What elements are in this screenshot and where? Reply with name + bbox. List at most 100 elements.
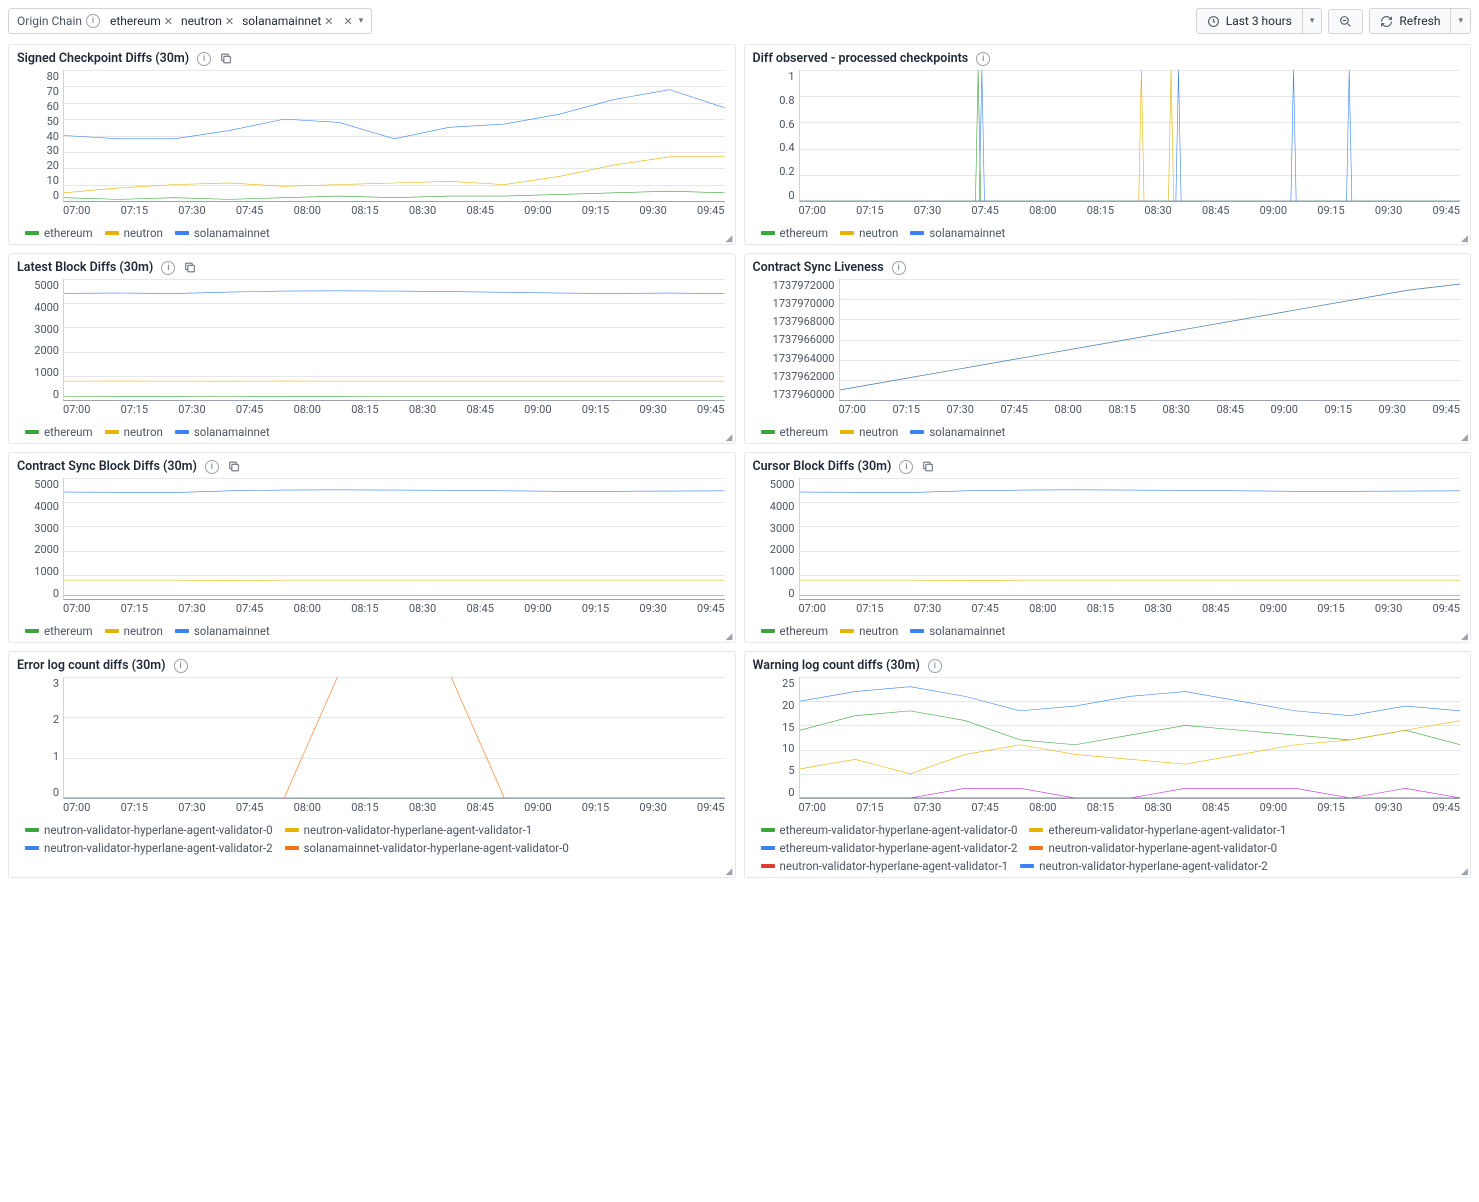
zoom-out-button[interactable] — [1328, 9, 1363, 34]
legend-item[interactable]: neutron — [840, 226, 898, 240]
copy-icon[interactable] — [183, 261, 197, 274]
legend-item[interactable]: solanamainnet — [175, 226, 270, 240]
legend-label: neutron-validator-hyperlane-agent-valida… — [1048, 841, 1277, 855]
chart-area[interactable]: 01020304050607080 07:0007:1507:3007:4508… — [17, 70, 727, 220]
chart-area[interactable]: 0123 07:0007:1507:3007:4508:0008:1508:30… — [17, 677, 727, 817]
legend-item[interactable]: ethereum — [25, 624, 93, 638]
legend-item[interactable]: ethereum-validator-hyperlane-agent-valid… — [761, 823, 1018, 837]
legend-item[interactable]: neutron — [105, 425, 163, 439]
info-icon[interactable]: i — [976, 52, 990, 66]
chart-panel[interactable]: Error log count diffs (30m) i 0123 07:00… — [8, 651, 736, 878]
legend-item[interactable]: ethereum — [25, 226, 93, 240]
filter-chip[interactable]: solanamainnet ✕ — [238, 13, 337, 29]
plot-area[interactable] — [799, 70, 1461, 202]
legend-item[interactable]: ethereum — [761, 425, 829, 439]
x-tick: 07:15 — [856, 801, 883, 817]
chart-panel[interactable]: Warning log count diffs (30m) i 05101520… — [744, 651, 1472, 878]
legend-item[interactable]: neutron-validator-hyperlane-agent-valida… — [761, 859, 1009, 873]
resize-handle-icon[interactable]: ◢ — [726, 434, 734, 442]
legend-item[interactable]: solanamainnet — [910, 425, 1005, 439]
resize-handle-icon[interactable]: ◢ — [726, 633, 734, 641]
legend-item[interactable]: neutron-validator-hyperlane-agent-valida… — [285, 823, 533, 837]
legend-item[interactable]: ethereum-validator-hyperlane-agent-valid… — [1029, 823, 1286, 837]
chart-area[interactable]: 00.20.40.60.81 07:0007:1507:3007:4508:00… — [753, 70, 1463, 220]
chart-area[interactable]: 010002000300040005000 07:0007:1507:3007:… — [17, 478, 727, 618]
clear-all-icon[interactable]: ✕ — [343, 15, 352, 28]
resize-handle-icon[interactable]: ◢ — [726, 868, 734, 876]
chart-area[interactable]: 1737960000173796200017379640001737966000… — [753, 279, 1463, 419]
legend-swatch — [761, 846, 775, 850]
chart-area[interactable]: 010002000300040005000 07:0007:1507:3007:… — [753, 478, 1463, 618]
filter-origin-chain[interactable]: Origin Chain i ethereum ✕neutron ✕solana… — [8, 8, 372, 34]
resize-handle-icon[interactable]: ◢ — [1461, 868, 1469, 876]
chart-area[interactable]: 010002000300040005000 07:0007:1507:3007:… — [17, 279, 727, 419]
legend-swatch — [175, 430, 189, 434]
legend-item[interactable]: solanamainnet — [175, 425, 270, 439]
legend-item[interactable]: neutron-validator-hyperlane-agent-valida… — [1020, 859, 1268, 873]
filter-chip[interactable]: ethereum ✕ — [106, 13, 177, 29]
legend-item[interactable]: solanamainnet — [910, 226, 1005, 240]
filter-chip[interactable]: neutron ✕ — [177, 13, 238, 29]
info-icon[interactable]: i — [899, 460, 913, 474]
remove-chip-icon[interactable]: ✕ — [225, 15, 234, 28]
plot-area[interactable] — [63, 279, 725, 401]
info-icon[interactable]: i — [161, 261, 175, 275]
info-icon[interactable]: i — [174, 659, 188, 673]
legend-item[interactable]: neutron — [105, 624, 163, 638]
chart-panel[interactable]: Contract Sync Block Diffs (30m) i 010002… — [8, 452, 736, 643]
info-icon[interactable]: i — [205, 460, 219, 474]
legend-item[interactable]: neutron-validator-hyperlane-agent-valida… — [25, 841, 273, 855]
legend-item[interactable]: neutron — [840, 425, 898, 439]
x-tick: 08:30 — [409, 204, 436, 220]
info-icon[interactable]: i — [892, 261, 906, 275]
legend-item[interactable]: ethereum — [25, 425, 93, 439]
legend-item[interactable]: neutron — [105, 226, 163, 240]
legend-item[interactable]: neutron-validator-hyperlane-agent-valida… — [25, 823, 273, 837]
resize-handle-icon[interactable]: ◢ — [1461, 235, 1469, 243]
plot-area[interactable] — [839, 279, 1461, 401]
chart-area[interactable]: 0510152025 07:0007:1507:3007:4508:0008:1… — [753, 677, 1463, 817]
chart-panel[interactable]: Contract Sync Liveness i 173796000017379… — [744, 253, 1472, 444]
legend-item[interactable]: solanamainnet — [175, 624, 270, 638]
plot-area[interactable] — [799, 677, 1461, 799]
legend-item[interactable]: ethereum-validator-hyperlane-agent-valid… — [761, 841, 1018, 855]
time-range-dropdown[interactable]: ▾ — [1303, 8, 1323, 34]
copy-icon[interactable] — [921, 460, 935, 473]
legend-item[interactable]: solanamainnet — [910, 624, 1005, 638]
time-range-button[interactable]: Last 3 hours — [1196, 8, 1303, 34]
chart-panel[interactable]: Signed Checkpoint Diffs (30m) i 01020304… — [8, 44, 736, 245]
refresh-group[interactable]: Refresh ▾ — [1369, 8, 1471, 34]
refresh-icon — [1380, 15, 1393, 28]
remove-chip-icon[interactable]: ✕ — [324, 15, 333, 28]
legend-item[interactable]: solanamainnet-validator-hyperlane-agent-… — [285, 841, 569, 855]
chevron-down-icon[interactable]: ▾ — [359, 16, 364, 26]
refresh-dropdown[interactable]: ▾ — [1451, 8, 1471, 34]
plot-area[interactable] — [63, 677, 725, 799]
chart-svg — [800, 677, 1461, 798]
chart-panel[interactable]: Latest Block Diffs (30m) i 0100020003000… — [8, 253, 736, 444]
chart-panel[interactable]: Diff observed - processed checkpoints i … — [744, 44, 1472, 245]
refresh-button[interactable]: Refresh — [1369, 8, 1451, 34]
plot-area[interactable] — [799, 478, 1461, 600]
chart-svg — [64, 279, 725, 400]
info-icon[interactable]: i — [197, 52, 211, 66]
legend-item[interactable]: ethereum — [761, 226, 829, 240]
time-range-picker[interactable]: Last 3 hours ▾ — [1196, 8, 1323, 34]
copy-icon[interactable] — [219, 52, 233, 65]
filter-label-text: Origin Chain — [17, 14, 82, 28]
legend-item[interactable]: neutron — [840, 624, 898, 638]
y-tick: 80 — [17, 70, 59, 83]
resize-handle-icon[interactable]: ◢ — [726, 235, 734, 243]
x-tick: 08:00 — [1055, 403, 1082, 419]
chart-panel[interactable]: Cursor Block Diffs (30m) i 0100020003000… — [744, 452, 1472, 643]
plot-area[interactable] — [63, 70, 725, 202]
legend-item[interactable]: ethereum — [761, 624, 829, 638]
plot-area[interactable] — [63, 478, 725, 600]
info-icon[interactable]: i — [928, 659, 942, 673]
remove-chip-icon[interactable]: ✕ — [164, 15, 173, 28]
x-tick: 07:30 — [178, 602, 205, 618]
resize-handle-icon[interactable]: ◢ — [1461, 434, 1469, 442]
legend-item[interactable]: neutron-validator-hyperlane-agent-valida… — [1029, 841, 1277, 855]
copy-icon[interactable] — [227, 460, 241, 473]
resize-handle-icon[interactable]: ◢ — [1461, 633, 1469, 641]
